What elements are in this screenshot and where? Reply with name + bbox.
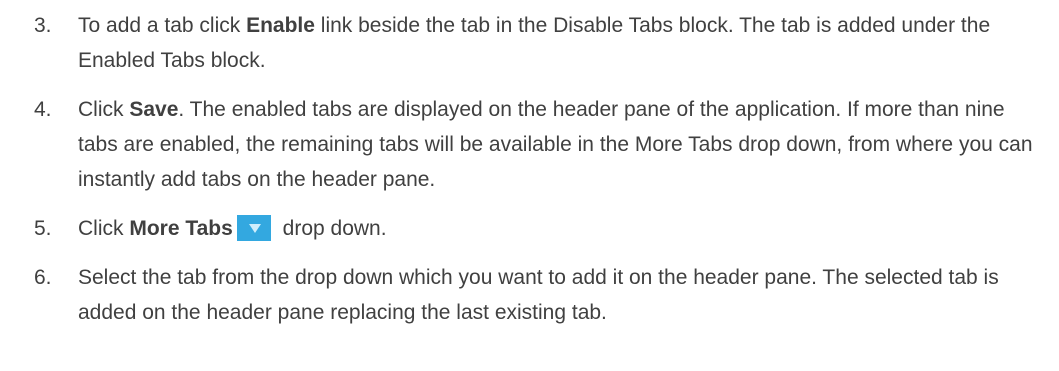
step-text-part: drop down. [276,217,387,240]
step-text: Click Save. The enabled tabs are display… [78,92,1039,197]
more-tabs-label: More Tabs [129,217,233,240]
step-text-part: Click [78,98,130,121]
save-button-label: Save [129,98,179,121]
step-number: 4. [34,98,52,121]
step-3: 3. To add a tab click Enable link beside… [0,8,1059,78]
step-4: 4. Click Save. The enabled tabs are disp… [0,92,1059,197]
step-5: 5. Click More Tabs drop down. [0,211,1059,246]
step-6: 6. Select the tab from the drop down whi… [0,260,1059,330]
step-text-part: Click [78,217,130,240]
step-text: Select the tab from the drop down which … [78,266,999,324]
enable-link-label: Enable [246,14,315,37]
step-number: 3. [34,14,52,37]
step-text-part: To add a tab click [78,14,247,37]
dropdown-arrow-icon [236,215,271,241]
step-text: To add a tab click Enable link beside th… [78,8,1039,78]
step-text-part: . The enabled tabs are displayed on the … [78,98,1033,191]
step-text: Click More Tabs drop down. [78,211,1039,246]
step-number: 5. [34,217,52,240]
step-number: 6. [34,266,52,289]
instruction-steps: 3. To add a tab click Enable link beside… [0,8,1059,344]
